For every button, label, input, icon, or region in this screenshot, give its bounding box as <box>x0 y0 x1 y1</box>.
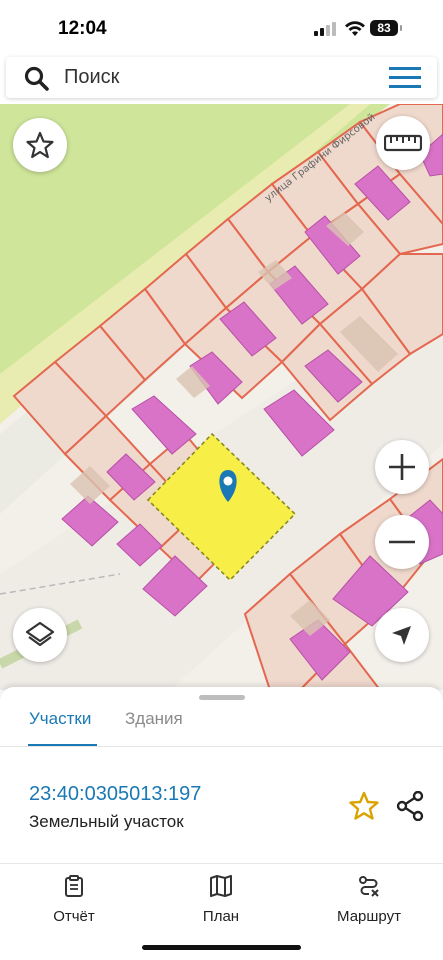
plot-cadastral-number[interactable]: 23:40:0305013:197 <box>29 783 201 806</box>
search-bar <box>6 57 437 98</box>
route-icon <box>359 876 379 897</box>
star-icon[interactable] <box>349 791 379 821</box>
search-icon[interactable] <box>24 66 50 92</box>
status-bar: 12:04 83 <box>0 0 443 56</box>
item-divider <box>0 863 443 864</box>
zoom-in-icon <box>389 454 415 480</box>
zoom-out-icon <box>389 540 415 544</box>
report-icon <box>65 875 83 897</box>
bottom-sheet: Участки Здания 23:40:0305013:197 Земельн… <box>0 687 443 960</box>
battery-tip <box>400 25 402 31</box>
locate-arrow-icon <box>392 626 411 645</box>
menu-icon[interactable] <box>389 66 421 90</box>
signal-icon <box>314 22 336 36</box>
layers-button[interactable] <box>13 608 67 662</box>
nav-route-label: Маршрут <box>337 908 401 925</box>
tab-divider <box>0 746 443 747</box>
tab-plots[interactable]: Участки <box>29 709 91 729</box>
zoom-in-button[interactable] <box>375 440 429 494</box>
cadastral-map[interactable]: улица Графини Фирсовой <box>0 104 443 690</box>
share-icon[interactable] <box>396 791 424 821</box>
plot-type: Земельный участок <box>29 812 184 831</box>
nav-report-label: Отчёт <box>53 908 95 925</box>
map-icon <box>210 875 232 897</box>
layers-icon <box>25 621 55 647</box>
status-time: 12:04 <box>58 18 107 39</box>
zoom-out-button[interactable] <box>375 515 429 569</box>
ruler-icon <box>384 134 422 152</box>
search-input[interactable] <box>64 63 364 92</box>
tab-buildings[interactable]: Здания <box>125 709 183 729</box>
nav-plan-label: План <box>202 908 240 925</box>
map-view[interactable]: улица Графини Фирсовой <box>0 104 443 690</box>
nav-report[interactable]: Отчёт <box>24 875 124 925</box>
favorite-button[interactable] <box>13 118 67 172</box>
nav-plan[interactable]: План <box>171 875 271 925</box>
my-location-button[interactable] <box>375 608 429 662</box>
wifi-icon <box>345 21 365 36</box>
nav-route[interactable]: Маршрут <box>319 875 419 925</box>
star-icon <box>26 131 54 159</box>
sheet-grabber[interactable] <box>199 695 245 700</box>
ruler-button[interactable] <box>376 116 430 170</box>
home-indicator[interactable] <box>142 945 301 950</box>
battery-icon: 83 <box>370 20 398 36</box>
